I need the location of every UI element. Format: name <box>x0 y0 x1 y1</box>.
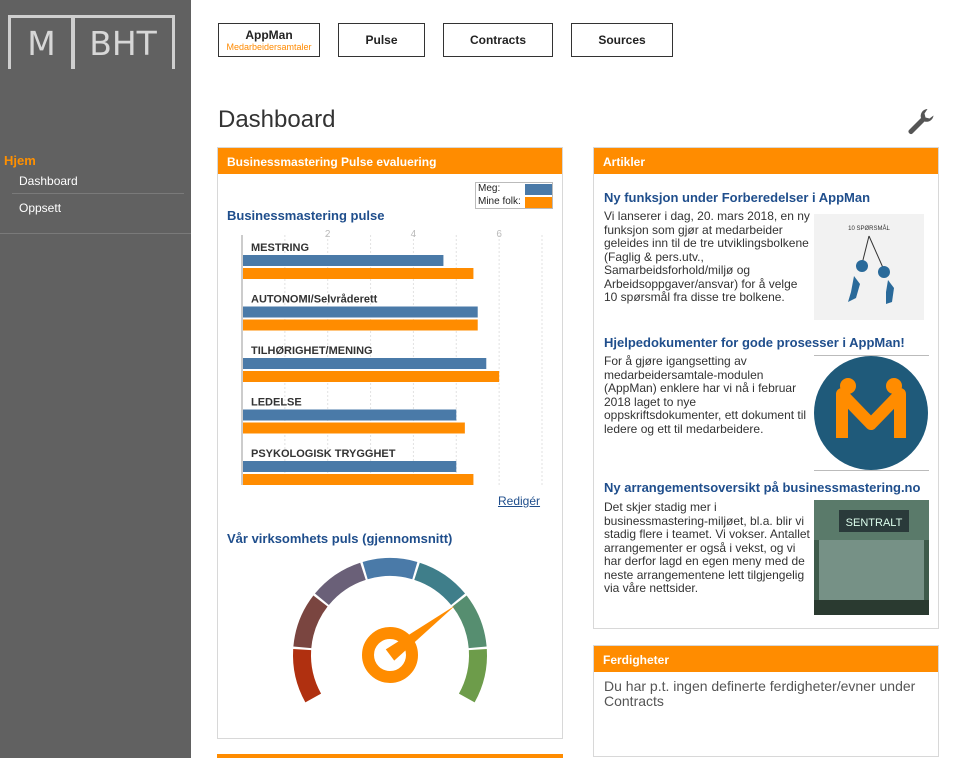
sidebar-item-dashboard[interactable]: Dashboard <box>19 174 78 188</box>
bar-meg <box>243 409 457 421</box>
category-label: PSYKOLOGISK TRYGGHET <box>251 448 396 460</box>
article-title[interactable]: Hjelpedokumenter for gode prosesser i Ap… <box>604 335 905 350</box>
bar-meg <box>243 358 487 369</box>
wrench-icon[interactable] <box>906 106 938 136</box>
logo-bht: BHT <box>71 15 175 69</box>
category-label: LEDELSE <box>251 397 302 409</box>
pulse-button[interactable]: Pulse <box>338 23 425 57</box>
next-panel-header <box>217 754 563 758</box>
appman-sublabel: Medarbeidersamtaler <box>226 42 312 52</box>
legend-label-meg: Meg: <box>478 183 501 194</box>
bar-mine-folk <box>243 422 465 434</box>
articles-panel-header: Artikler <box>594 148 938 174</box>
article-title[interactable]: Ny funksjon under Forberedelser i AppMan <box>604 190 870 205</box>
appman-button[interactable]: AppMan Medarbeidersamtaler <box>218 23 320 57</box>
skills-panel-header: Ferdigheter <box>594 646 938 672</box>
sidebar-item-oppsett[interactable]: Oppsett <box>19 201 61 215</box>
legend-label-mine-folk: Mine folk: <box>478 196 521 207</box>
category-label: TILHØRIGHET/MENING <box>251 345 373 357</box>
logo[interactable]: M BHT <box>8 15 175 69</box>
bar-meg <box>243 255 444 266</box>
gauge-title: Vår virksomhets puls (gjennomsnitt) <box>227 531 453 546</box>
sidebar-divider <box>0 233 191 234</box>
gauge-segment <box>293 649 322 703</box>
page-title: Dashboard <box>218 106 336 133</box>
bar-meg <box>243 461 457 472</box>
article-title[interactable]: Ny arrangementsoversikt på businessmaste… <box>604 480 920 495</box>
x-tick-label: 4 <box>411 229 417 240</box>
sidebar: M BHT Hjem Dashboard Oppsett <box>0 0 191 758</box>
edit-link[interactable]: Redigér <box>498 494 540 508</box>
gauge-segment <box>293 595 328 649</box>
category-label: AUTONOMI/Selvråderett <box>251 294 378 306</box>
skills-empty-text: Du har p.t. ingen definerte ferdigheter/… <box>604 678 916 709</box>
bar-mine-folk <box>243 319 478 331</box>
gauge-segment <box>452 595 487 649</box>
pulse-panel-header: Businessmastering Pulse evaluering <box>218 148 562 174</box>
image-caption: SENTRALT <box>846 517 903 529</box>
bar-mine-folk <box>243 268 474 279</box>
sidebar-divider <box>12 193 184 194</box>
bar-mine-folk <box>243 474 474 485</box>
pulse-gauge <box>293 558 487 703</box>
sidebar-section-hjem[interactable]: Hjem <box>4 153 36 168</box>
gauge-segment <box>414 562 466 605</box>
article-text: For å gjøre igangsetting av medarbeiders… <box>604 354 807 436</box>
pulse-bar-chart: 2 4 6 MESTRING AUTONOMI/Selvråderett TILHØRIG… <box>241 229 543 485</box>
legend-swatch-mine-folk <box>525 197 552 208</box>
x-tick-label: 6 <box>496 229 502 240</box>
sources-button[interactable]: Sources <box>571 23 673 57</box>
x-tick-label: 2 <box>325 229 331 240</box>
article-image-event[interactable]: SENTRALT <box>814 500 929 615</box>
legend-swatch-meg <box>525 184 552 195</box>
article-image-appman-logo[interactable] <box>814 356 929 471</box>
gauge-segment <box>362 558 418 580</box>
article-divider <box>814 470 929 471</box>
article-text: Det skjer stadig mer i businessmastering… <box>604 500 810 595</box>
article-image-questions[interactable]: 10 SPØRSMÅL <box>814 214 924 320</box>
chart-title: Businessmastering pulse <box>227 208 385 223</box>
logo-m: M <box>8 15 75 69</box>
category-label: MESTRING <box>251 242 309 254</box>
bar-mine-folk <box>243 371 500 382</box>
gauge-segment <box>314 562 366 605</box>
image-caption: 10 SPØRSMÅL <box>848 225 890 232</box>
gauge-segment <box>458 649 487 703</box>
article-text: Vi lanserer i dag, 20. mars 2018, en ny … <box>604 209 810 304</box>
contracts-button[interactable]: Contracts <box>443 23 553 57</box>
bar-meg <box>243 306 478 318</box>
chart-legend: Meg: Mine folk: <box>475 182 553 209</box>
appman-label: AppMan <box>245 28 293 42</box>
